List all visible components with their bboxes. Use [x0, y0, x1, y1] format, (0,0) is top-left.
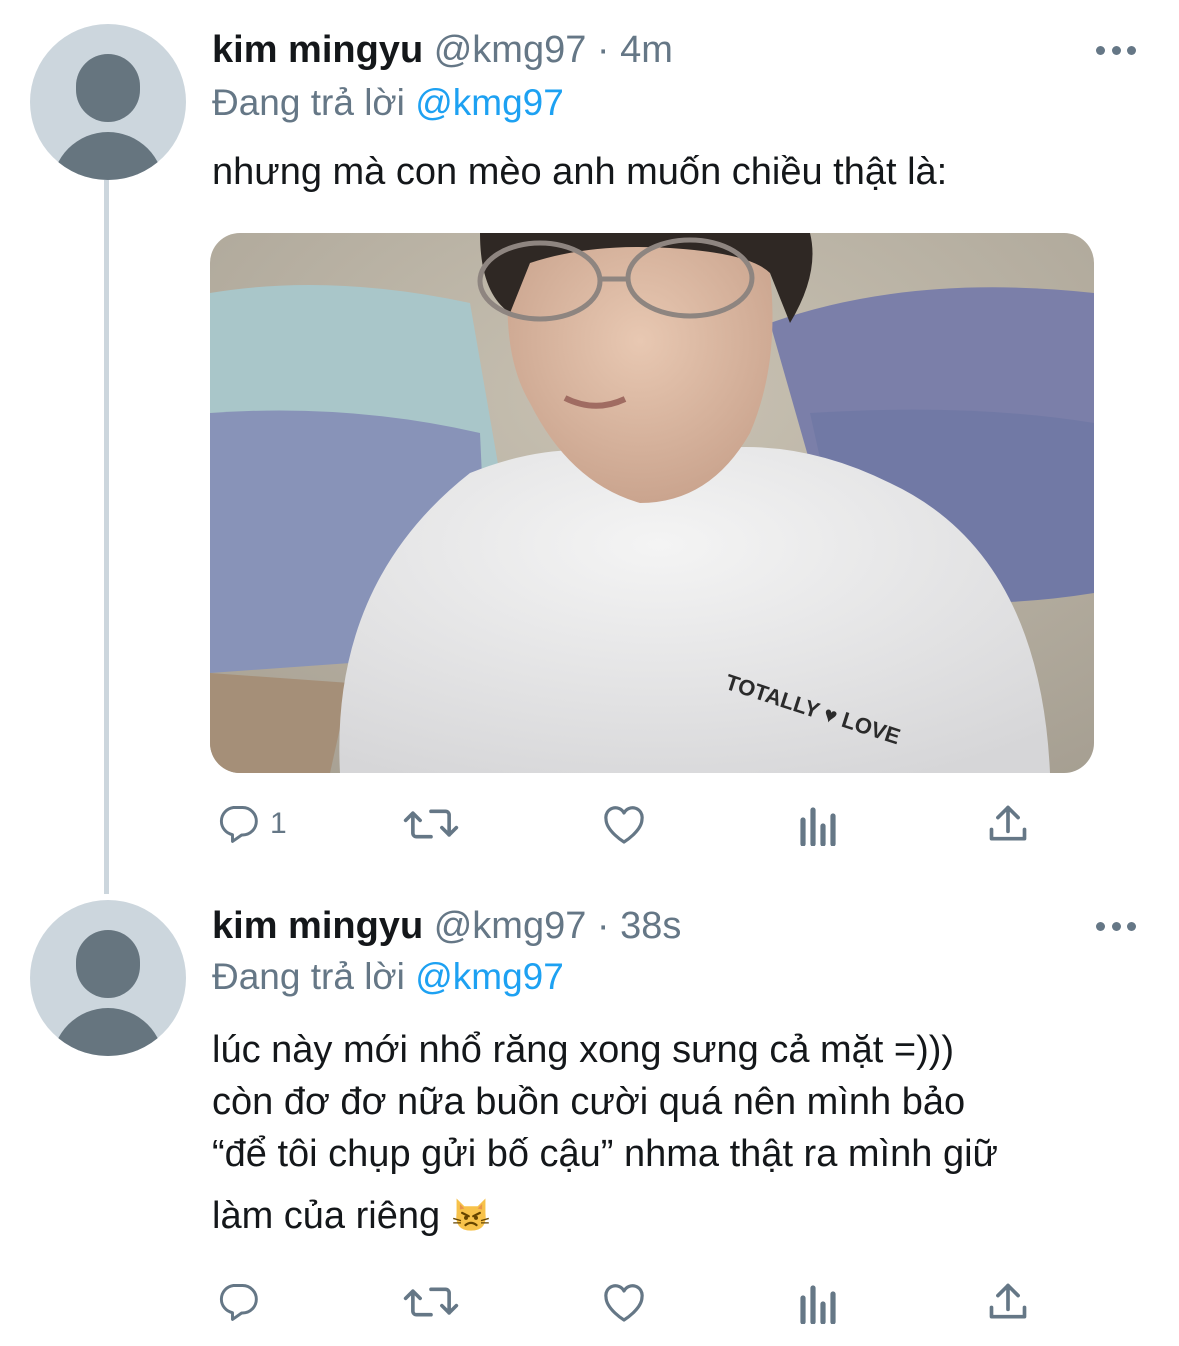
tweet-photo[interactable]: TOTALLY ♥ LOVE — [210, 233, 1094, 773]
username[interactable]: @kmg97 — [434, 905, 587, 947]
tweet-text: nhưng mà con mèo anh muốn chiều thật là: — [212, 151, 948, 193]
display-name[interactable]: kim mingyu — [212, 905, 423, 947]
heart-icon — [604, 806, 644, 844]
tweet-text-line: làm của riêng — [212, 1195, 441, 1237]
tweet-text-line: “để tôi chụp gửi bố cậu” nhma thật ra mì… — [212, 1133, 998, 1175]
like-button[interactable] — [600, 794, 648, 854]
separator-dot: · — [596, 905, 610, 947]
thread-line — [104, 180, 109, 894]
reply-button[interactable] — [216, 1272, 270, 1332]
replying-to-label: Đang trả lời — [212, 956, 405, 997]
display-name[interactable]: kim mingyu — [212, 29, 423, 71]
heart-icon — [604, 1284, 644, 1322]
share-button[interactable] — [986, 794, 1030, 854]
avatar[interactable] — [30, 900, 186, 1056]
like-button[interactable] — [600, 1272, 648, 1332]
replying-to-label: Đang trả lời — [212, 82, 405, 123]
tweet-actions — [212, 1272, 1112, 1332]
reply-icon — [219, 1284, 258, 1321]
tweet-text: lúc này mới nhổ răng xong sưng cả mặt =)… — [212, 1024, 998, 1242]
tweet-2[interactable]: kim mingyu @kmg97 · 38s Đang trả lời @km… — [0, 894, 1179, 1346]
replying-to-mention[interactable]: @kmg97 — [415, 82, 564, 123]
reply-button[interactable]: 1 — [216, 794, 287, 854]
analytics-icon — [800, 1285, 836, 1324]
tweet-actions: 1 — [212, 794, 1112, 854]
share-button[interactable] — [986, 1272, 1030, 1332]
retweet-button[interactable] — [402, 1272, 460, 1332]
tweet-text-line: còn đơ đơ nữa buồn cười quá nên mình bảo — [212, 1081, 966, 1123]
tweet-text-line: lúc này mới nhổ răng xong sưng cả mặt =)… — [212, 1029, 955, 1071]
tweet-text-last-line: làm của riêng — [212, 1190, 998, 1242]
separator-dot: · — [596, 29, 610, 71]
retweet-icon — [403, 1287, 459, 1317]
timestamp[interactable]: 38s — [620, 905, 681, 947]
more-horizontal-icon[interactable] — [1096, 920, 1136, 932]
tweet-header: kim mingyu @kmg97 · 4m — [212, 26, 673, 74]
analytics-button[interactable] — [798, 794, 840, 854]
analytics-icon — [800, 807, 836, 846]
pouting-cat-emoji — [452, 1198, 489, 1231]
tweet-1[interactable]: kim mingyu @kmg97 · 4m Đang trả lời @kmg… — [0, 0, 1179, 894]
analytics-button[interactable] — [798, 1272, 840, 1332]
reply-icon — [219, 806, 258, 843]
timestamp[interactable]: 4m — [620, 29, 673, 71]
share-icon — [989, 1283, 1027, 1319]
reply-count: 1 — [270, 807, 287, 840]
retweet-button[interactable] — [402, 794, 460, 854]
replying-to: Đang trả lời @kmg97 — [212, 80, 564, 126]
more-horizontal-icon[interactable] — [1096, 44, 1136, 56]
share-icon — [989, 805, 1027, 841]
retweet-icon — [403, 809, 459, 839]
username[interactable]: @kmg97 — [434, 29, 587, 71]
replying-to: Đang trả lời @kmg97 — [212, 954, 564, 1000]
tweet-header: kim mingyu @kmg97 · 38s — [212, 902, 681, 950]
avatar[interactable] — [30, 24, 186, 180]
replying-to-mention[interactable]: @kmg97 — [415, 956, 564, 997]
